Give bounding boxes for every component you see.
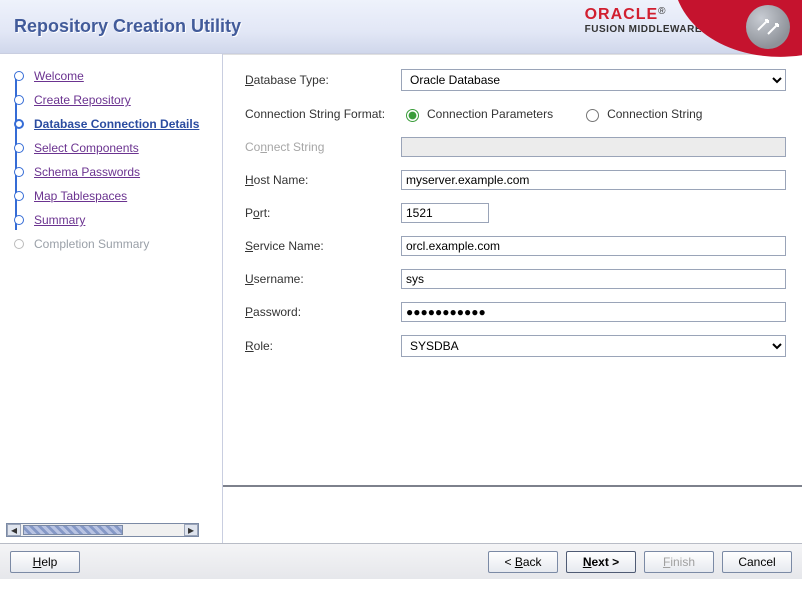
step-create-repository[interactable]: Create Repository xyxy=(6,88,218,112)
service-input[interactable] xyxy=(401,236,786,256)
connect-string-label: Connect String xyxy=(245,140,401,154)
host-label: Host Name: xyxy=(245,173,401,187)
wizard-steps: Welcome Create Repository Database Conne… xyxy=(6,64,218,256)
db-type-select[interactable]: Oracle Database xyxy=(401,69,786,91)
step-dot-icon xyxy=(14,215,24,225)
content-area: Database Type: Oracle Database Connectio… xyxy=(223,54,802,543)
form-area: Database Type: Oracle Database Connectio… xyxy=(223,55,802,485)
scroll-right-arrow-icon[interactable]: ▸ xyxy=(184,524,198,536)
arrows-icon xyxy=(755,14,781,40)
step-dot-icon xyxy=(14,167,24,177)
user-input[interactable] xyxy=(401,269,786,289)
messages-panel xyxy=(223,485,802,543)
role-select[interactable]: SYSDBA xyxy=(401,335,786,357)
help-button[interactable]: Help xyxy=(10,551,80,573)
csf-radio-params-input[interactable] xyxy=(406,109,419,122)
db-type-label: Database Type: xyxy=(245,73,401,87)
step-dot-icon xyxy=(14,71,24,81)
footer: Help < Back Next > Finish Cancel xyxy=(0,543,802,579)
step-dot-icon xyxy=(14,239,24,249)
csf-radio-params[interactable]: Connection Parameters xyxy=(401,106,553,122)
brand-subtitle: FUSION MIDDLEWARE xyxy=(585,24,702,35)
scroll-left-arrow-icon[interactable]: ◂ xyxy=(7,524,21,536)
step-completion-summary: Completion Summary xyxy=(6,232,218,256)
step-dot-icon xyxy=(14,119,24,129)
step-schema-passwords[interactable]: Schema Passwords xyxy=(6,160,218,184)
step-dot-icon xyxy=(14,143,24,153)
step-dot-icon xyxy=(14,191,24,201)
csf-radio-string[interactable]: Connection String xyxy=(581,106,702,122)
pass-label: Password: xyxy=(245,305,401,319)
brand-circle-icon xyxy=(746,5,790,49)
brand-swoosh-icon xyxy=(710,3,800,51)
host-input[interactable] xyxy=(401,170,786,190)
step-database-connection-details[interactable]: Database Connection Details xyxy=(6,112,218,136)
service-label: Service Name: xyxy=(245,239,401,253)
wizard-sidebar: Welcome Create Repository Database Conne… xyxy=(0,54,223,543)
csf-radio-string-input[interactable] xyxy=(586,109,599,122)
port-input[interactable] xyxy=(401,203,489,223)
step-select-components[interactable]: Select Components xyxy=(6,136,218,160)
pass-input[interactable] xyxy=(401,302,786,322)
step-map-tablespaces[interactable]: Map Tablespaces xyxy=(6,184,218,208)
next-button[interactable]: Next > xyxy=(566,551,636,573)
header: Repository Creation Utility ORACLE® FUSI… xyxy=(0,0,802,54)
sidebar-horizontal-scrollbar[interactable]: ◂ ▸ xyxy=(6,523,199,537)
cancel-button[interactable]: Cancel xyxy=(722,551,792,573)
port-label: Port: xyxy=(245,206,401,220)
finish-button: Finish xyxy=(644,551,714,573)
user-label: Username: xyxy=(245,272,401,286)
back-button[interactable]: < Back xyxy=(488,551,558,573)
connect-string-input xyxy=(401,137,786,157)
step-summary[interactable]: Summary xyxy=(6,208,218,232)
role-label: Role: xyxy=(245,339,401,353)
step-dot-icon xyxy=(14,95,24,105)
scroll-thumb[interactable] xyxy=(23,525,123,535)
page-title: Repository Creation Utility xyxy=(14,16,241,37)
step-welcome[interactable]: Welcome xyxy=(6,64,218,88)
csf-label: Connection String Format: xyxy=(245,107,401,121)
scroll-track[interactable] xyxy=(21,524,184,536)
